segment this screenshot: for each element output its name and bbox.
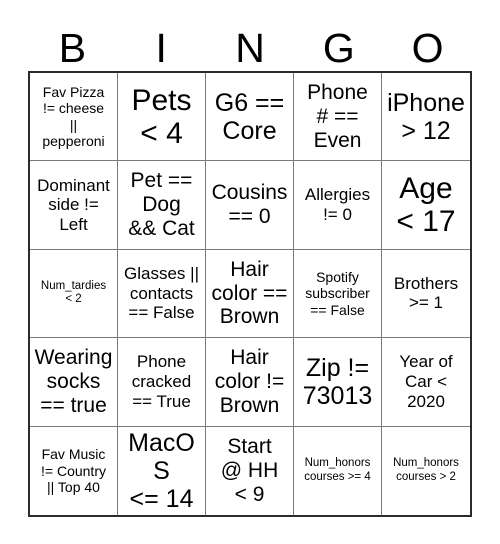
bingo-cell-text: Num_tardies < 2: [40, 279, 107, 306]
bingo-cell-text: iPhone > 12: [387, 88, 465, 145]
header-letter-g: G: [322, 25, 355, 71]
bingo-cell-text: Dominant side != Left: [37, 175, 110, 234]
bingo-cell-text: Cousins == 0: [211, 181, 288, 229]
bingo-cell-r4c5[interactable]: Year of Car < 2020: [382, 338, 470, 427]
bingo-cell-text: Hair color == Brown: [211, 257, 288, 329]
bingo-cell-text: Num_honors courses >= 4: [304, 457, 371, 483]
bingo-cell-text: Fav Music != Country || Top 40: [41, 446, 106, 496]
bingo-cell-text: Fav Pizza != cheese || pepperoni: [42, 83, 105, 150]
bingo-cell-r2c2[interactable]: Pet == Dog && Cat: [118, 161, 206, 250]
bingo-cell-r4c4[interactable]: Zip != 73013: [294, 338, 382, 427]
header-letter-i: I: [155, 25, 167, 71]
bingo-cell-r4c2[interactable]: Phone cracked == True: [118, 338, 206, 427]
header-letter-n: N: [235, 25, 265, 71]
bingo-cell-r5c4[interactable]: Num_honors courses >= 4: [294, 426, 382, 515]
bingo-cell-r2c5[interactable]: Age < 17: [382, 161, 470, 250]
bingo-cell-r1c3[interactable]: G6 == Core: [206, 73, 294, 162]
bingo-cell-text: G6 == Core: [214, 88, 285, 145]
bingo-cell-text: Zip != 73013: [302, 353, 373, 410]
bingo-cell-text: MacOS <= 14: [128, 428, 195, 513]
bingo-cell-text: Year of Car < 2020: [399, 352, 453, 411]
bingo-cell-r4c1[interactable]: Wearing socks == true: [30, 338, 118, 427]
bingo-cell-r5c2[interactable]: MacOS <= 14: [118, 426, 206, 515]
bingo-cell-r2c1[interactable]: Dominant side != Left: [30, 161, 118, 250]
bingo-cell-r1c2[interactable]: Pets < 4: [118, 73, 206, 162]
bingo-cell-r5c1[interactable]: Fav Music != Country || Top 40: [30, 426, 118, 515]
bingo-cell-r3c5[interactable]: Brothers >= 1: [382, 249, 470, 339]
bingo-cell-text: Phone cracked == True: [131, 352, 192, 411]
bingo-cell-text: Num_honors courses > 2: [393, 457, 459, 483]
bingo-cell-text: Pets < 4: [131, 83, 192, 150]
bingo-cell-text: Pet == Dog && Cat: [128, 169, 195, 241]
bingo-cell-text: Phone # == Even: [307, 80, 368, 152]
header-letter-o: O: [411, 25, 444, 71]
bingo-cell-r5c3[interactable]: Start @ HH < 9: [206, 426, 294, 515]
bingo-cell-text: Brothers >= 1: [393, 273, 459, 313]
bingo-cell-text: Age < 17: [396, 172, 456, 239]
bingo-cell-r1c4[interactable]: Phone # == Even: [294, 73, 382, 162]
bingo-cell-r2c3[interactable]: Cousins == 0: [206, 161, 294, 250]
bingo-grid: Fav Pizza != cheese || pepperoni Pets < 4…: [28, 71, 472, 517]
bingo-cell-text: Start @ HH < 9: [220, 434, 279, 506]
bingo-cell-text: Hair color != Brown: [214, 345, 285, 417]
bingo-cell-r1c1[interactable]: Fav Pizza != cheese || pepperoni: [30, 73, 118, 162]
header-letter-b: B: [58, 25, 87, 71]
bingo-cell-text: Allergies != 0: [304, 185, 371, 225]
bingo-cell-text: Glasses || contacts == False: [124, 263, 199, 323]
bingo-cell-r3c1[interactable]: Num_tardies < 2: [30, 249, 118, 339]
bingo-card: B I N G O Fav Pizza != cheese || peppero…: [0, 0, 500, 544]
bingo-cell-r4c3[interactable]: Hair color != Brown: [206, 338, 294, 427]
bingo-cell-r2c4[interactable]: Allergies != 0: [294, 161, 382, 250]
bingo-cell-text: Wearing socks == true: [34, 345, 113, 417]
bingo-cell-text: Spotify subscriber == False: [305, 268, 370, 318]
bingo-cell-r3c4[interactable]: Spotify subscriber == False: [294, 249, 382, 339]
bingo-cell-r3c3[interactable]: Hair color == Brown: [206, 249, 294, 339]
bingo-header: B I N G O: [28, 18, 472, 70]
bingo-cell-r5c5[interactable]: Num_honors courses > 2: [382, 426, 470, 515]
bingo-cell-r3c2[interactable]: Glasses || contacts == False: [118, 249, 206, 339]
bingo-cell-r1c5[interactable]: iPhone > 12: [382, 73, 470, 162]
